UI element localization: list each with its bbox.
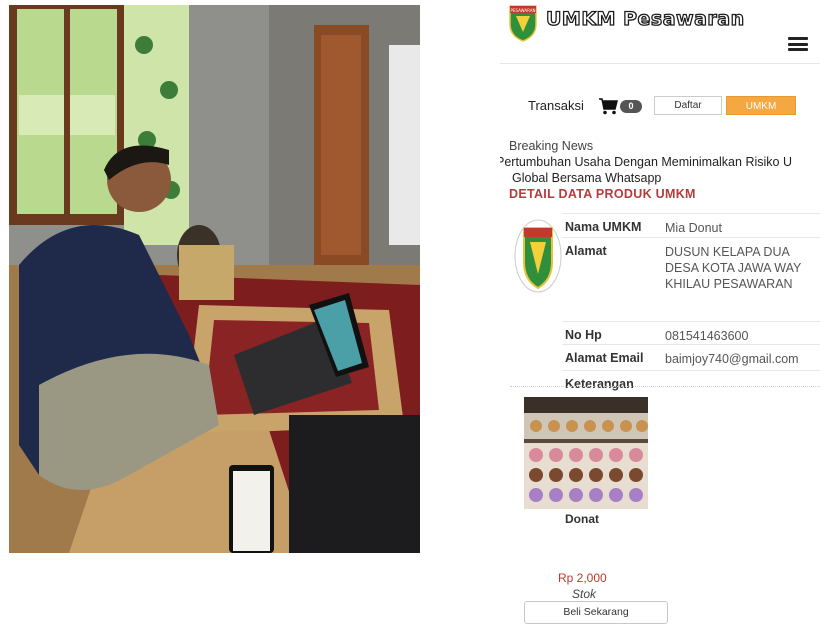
info-label: Nama UMKM (565, 220, 642, 234)
product-price: Rp 2,000 (558, 571, 607, 585)
news-ticker-line-2[interactable]: Global Bersama Whatsapp (512, 171, 661, 185)
info-label: No Hp (565, 328, 602, 342)
transaksi-link[interactable]: Transaksi (528, 98, 584, 113)
product-name: Donat (565, 512, 599, 526)
cart-count-badge: 0 (620, 100, 642, 113)
donut-tray-illustration (524, 397, 648, 509)
info-label: Alamat Email (565, 351, 644, 365)
news-ticker-line-1[interactable]: Pertumbuhan Usaha Dengan Meminimalkan Ri… (500, 155, 820, 169)
breaking-news-label: Breaking News (509, 139, 594, 153)
cart-icon[interactable] (598, 97, 618, 115)
ticker-text-1[interactable]: Pertumbuhan Usaha Dengan Meminimalkan Ri… (500, 155, 792, 169)
buy-now-button[interactable]: Beli Sekarang (524, 601, 668, 624)
info-row-nohp: No Hp 081541463600 (562, 322, 820, 345)
section-divider (510, 386, 820, 387)
app-header: PESAWARAN UMKM Pesawaran (500, 0, 820, 64)
umkm-info-table: Nama UMKM Mia Donut Alamat DUSUN KELAPA … (562, 213, 820, 405)
product-stock-label: Stok (572, 587, 597, 601)
pesawaran-logo-icon[interactable]: PESAWARAN (508, 4, 538, 42)
info-value: baimjoy740@gmail.com (665, 352, 799, 366)
info-value: DUSUN KELAPA DUA DESA KOTA JAWA WAY KHIL… (665, 245, 802, 291)
hamburger-menu-icon[interactable] (788, 37, 808, 51)
info-label: Keterangan (565, 377, 634, 391)
info-row-alamat: Alamat DUSUN KELAPA DUA DESA KOTA JAWA W… (562, 238, 820, 322)
info-row-email: Alamat Email baimjoy740@gmail.com (562, 345, 820, 371)
info-row-nama: Nama UMKM Mia Donut (562, 213, 820, 238)
logo-text: PESAWARAN (511, 8, 536, 13)
photo-illustration (9, 5, 420, 553)
app-brand-title[interactable]: UMKM Pesawaran (545, 7, 744, 30)
top-nav: Transaksi 0 Daftar UMKM (500, 96, 820, 118)
product-image[interactable] (524, 397, 648, 509)
page-title: DETAIL DATA PRODUK UMKM (509, 187, 696, 201)
umkm-app-screen: PESAWARAN UMKM Pesawaran Transaksi 0 Daf… (500, 0, 820, 624)
documentation-photo (9, 5, 420, 553)
info-value: 081541463600 (665, 329, 749, 343)
umkm-button[interactable]: UMKM (726, 96, 796, 115)
info-label: Alamat (565, 244, 607, 258)
daftar-button[interactable]: Daftar (654, 96, 722, 115)
info-value: Mia Donut (665, 221, 722, 235)
umkm-logo-icon (514, 219, 562, 293)
